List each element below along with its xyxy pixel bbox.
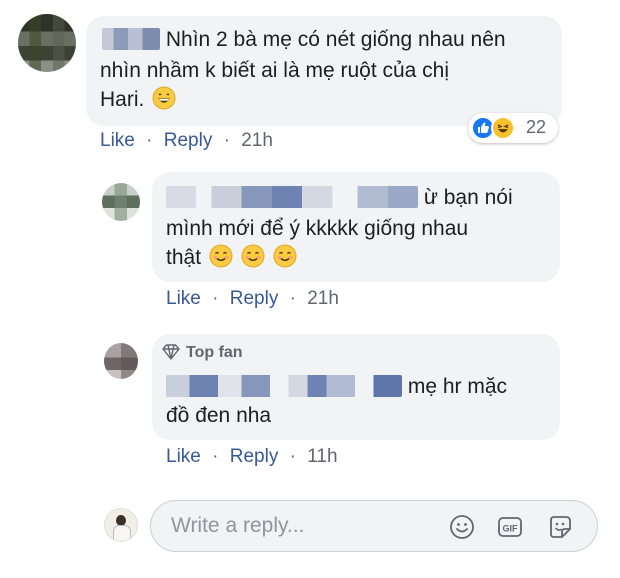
reply-line-3: thật [166,244,297,272]
separator-dot: · [212,288,219,309]
like-link[interactable]: Like [166,446,201,467]
like-link[interactable]: Like [166,288,201,309]
like-link[interactable]: Like [100,130,135,151]
comment-line-3: Hari. [100,86,176,114]
current-user-avatar [104,508,138,542]
replier-avatar[interactable] [102,183,140,221]
smiling-face-icon [241,244,265,268]
reactions-summary[interactable]: 22 [468,113,558,143]
svg-text:GIF: GIF [503,524,519,534]
timestamp[interactable]: 21h [307,288,339,309]
separator-dot: · [223,130,230,151]
reply-link[interactable]: Reply [164,130,213,151]
reply-actions: Like · Reply · 21h [166,288,345,310]
gif-icon[interactable]: GIF [497,514,523,540]
avatar-body [113,525,131,541]
reply-line-2: mình mới để ý kkkkk giống nhau [166,217,469,240]
reply-actions: Like · Reply · 11h [166,446,344,468]
separator-dot: · [212,446,219,467]
replier-name[interactable] [166,375,402,397]
diamond-icon [162,344,180,360]
sticker-icon[interactable] [547,514,573,540]
reaction-count: 22 [526,117,547,137]
separator-dot: · [289,288,296,309]
timestamp[interactable]: 21h [241,130,273,151]
reply-line-1: mẹ hr mặc [166,373,507,401]
replier-name[interactable] [166,186,418,208]
commenter-name[interactable] [102,28,160,50]
top-fan-badge[interactable]: Top fan [162,344,243,362]
smiling-face-icon [273,244,297,268]
comment-actions: Like · Reply · 21h [100,130,279,152]
reply-line-1: ừ bạn nói [166,184,513,212]
timestamp[interactable]: 11h [307,446,337,467]
reply-input[interactable] [171,513,421,539]
smiling-face-icon [209,244,233,268]
reply-line-2: đồ đen nha [166,404,272,427]
comment-line-1: Nhìn 2 bà mẹ có nét giống nhau nên [102,26,506,54]
emoji-icon[interactable] [449,514,475,540]
separator-dot: · [289,446,296,467]
commenter-avatar[interactable] [18,14,76,72]
reply-composer[interactable]: GIF [150,500,598,552]
separator-dot: · [146,130,153,151]
reply-link[interactable]: Reply [230,288,279,309]
reply-link[interactable]: Reply [230,446,279,467]
haha-reaction-icon [491,116,515,140]
comment-line-2: nhìn nhầm k biết ai là mẹ ruột của chị [100,59,450,82]
replier-avatar[interactable] [104,343,138,379]
grinning-face-icon [152,86,176,110]
